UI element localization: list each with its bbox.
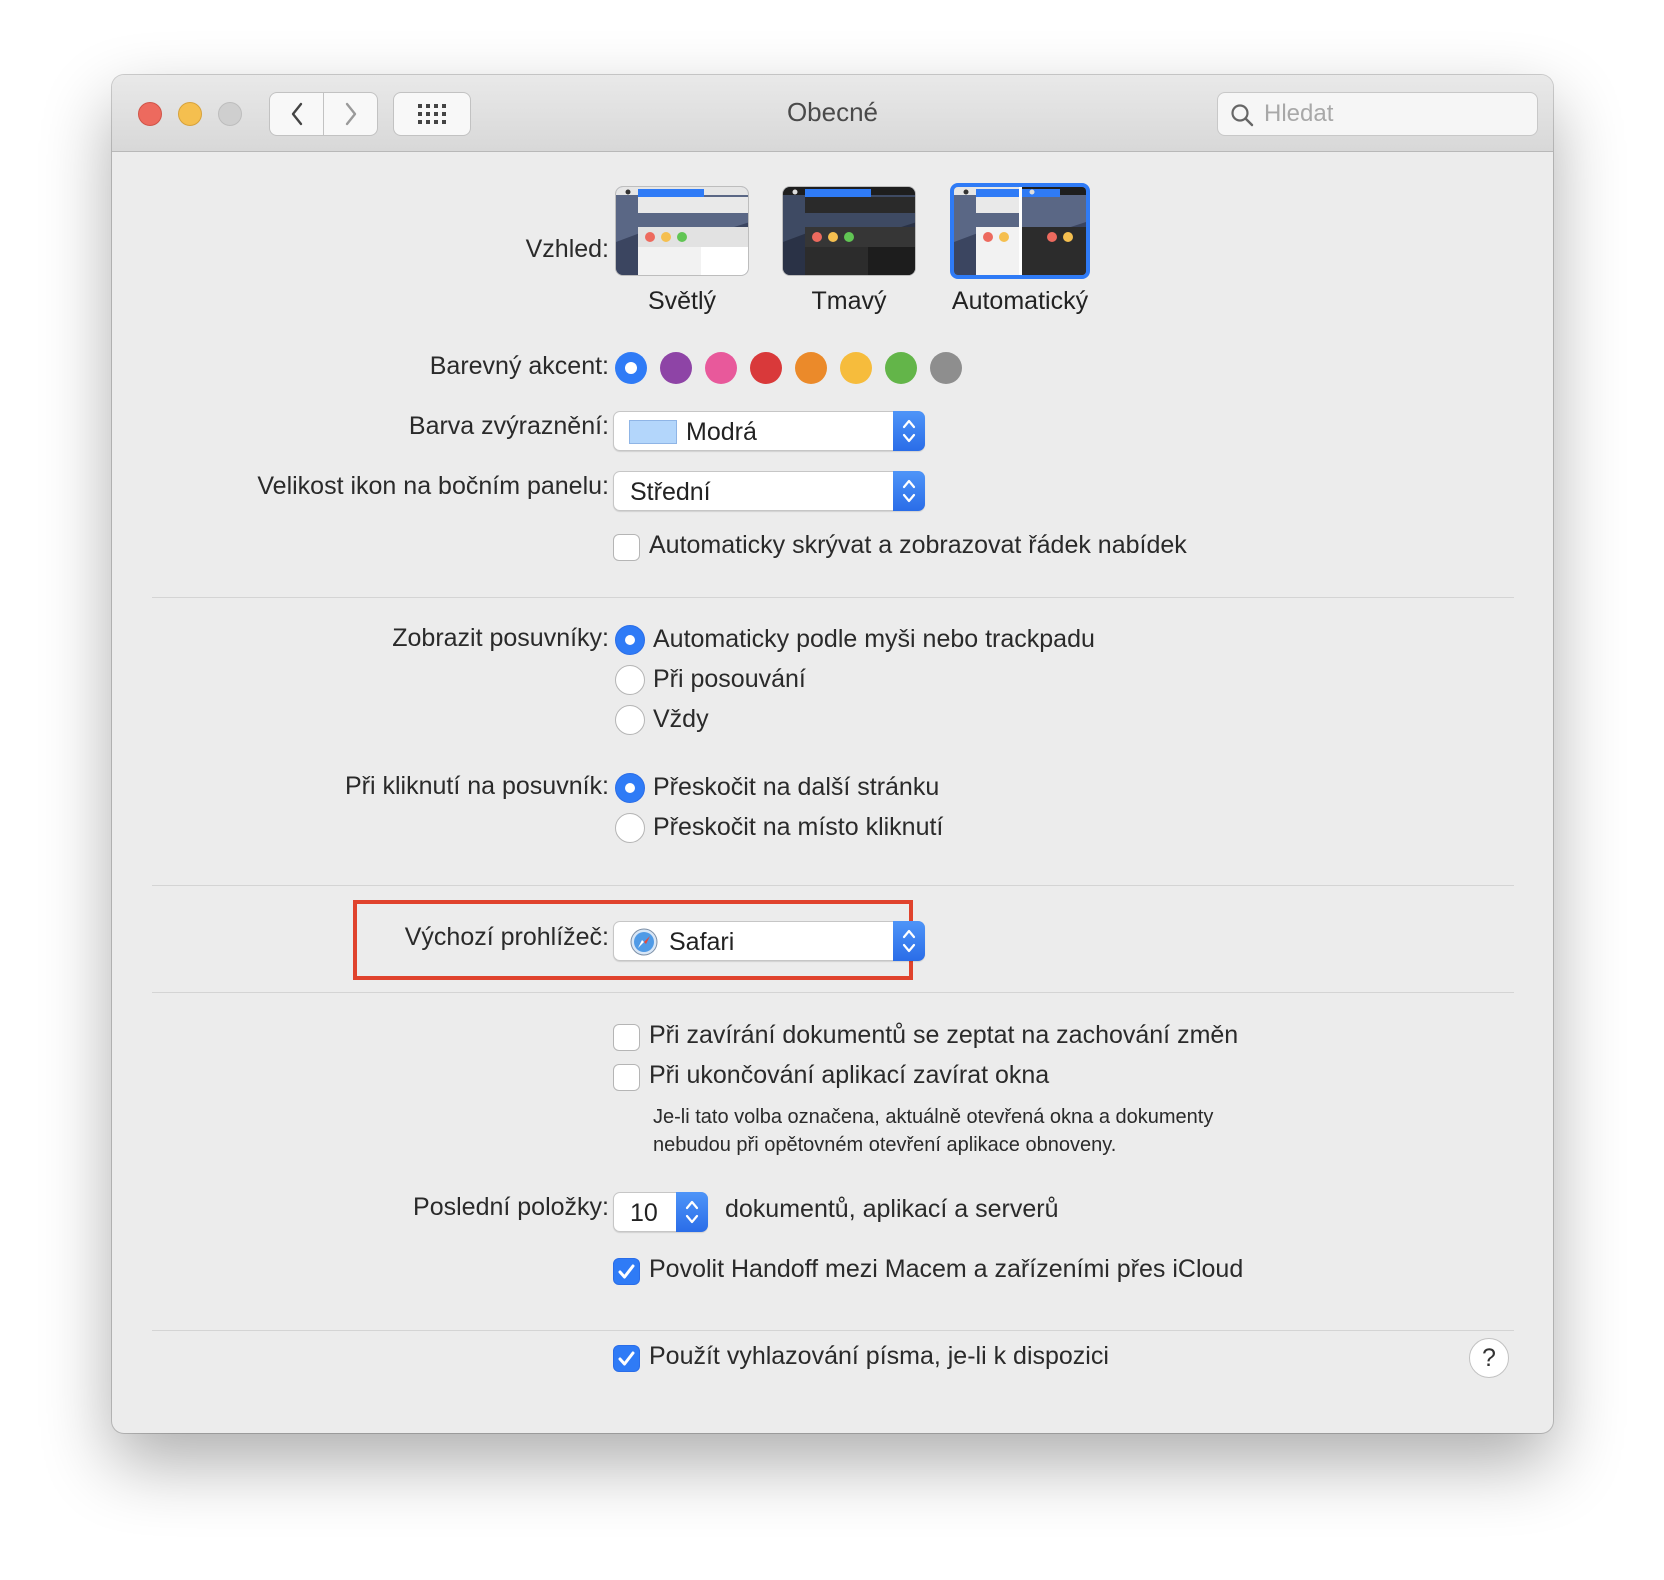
appearance-auto-option[interactable] xyxy=(950,183,1090,279)
accent-color-swatch[interactable] xyxy=(795,352,827,384)
appearance-dark-caption: Tmavý xyxy=(811,287,887,315)
highlight-color-label: Barva zvýraznění: xyxy=(408,412,609,440)
separator xyxy=(152,1330,1514,1331)
sidebar-icon-size-label: Velikost ikon na bočním panelu: xyxy=(257,472,609,500)
scrollbars-always-radio[interactable] xyxy=(615,705,645,735)
handoff-label: Povolit Handoff mezi Macem a zařízeními … xyxy=(649,1255,1244,1283)
separator xyxy=(152,885,1514,886)
close-windows-checkbox[interactable] xyxy=(613,1064,640,1091)
dark-theme-thumbnail xyxy=(783,187,915,275)
appearance-auto-caption: Automatický xyxy=(951,287,1089,315)
accent-color-swatch[interactable] xyxy=(615,352,647,384)
highlight-color-swatch xyxy=(629,420,677,444)
close-windows-label: Při ukončování aplikací zavírat okna xyxy=(649,1061,1050,1089)
accent-color-swatch[interactable] xyxy=(660,352,692,384)
preferences-window: Obecné Vzhled: xyxy=(112,75,1553,1433)
click-next-page-label: Přeskočit na další stránku xyxy=(653,773,940,801)
recent-items-label: Poslední položky: xyxy=(413,1193,609,1221)
separator xyxy=(152,597,1514,598)
handoff-checkbox[interactable] xyxy=(613,1258,640,1285)
close-windows-note-line2: nebudou při opětovném otevření aplikace … xyxy=(653,1134,1117,1156)
appearance-light-caption: Světlý xyxy=(647,287,717,315)
accent-color-swatch[interactable] xyxy=(750,352,782,384)
default-browser-popup[interactable]: Safari xyxy=(613,921,925,961)
default-browser-value: Safari xyxy=(669,928,735,956)
checkmark-icon xyxy=(618,1351,635,1366)
separator xyxy=(152,992,1514,993)
title-bar: Obecné xyxy=(112,75,1553,152)
search-field[interactable] xyxy=(1217,92,1538,136)
help-button[interactable]: ? xyxy=(1469,1338,1509,1378)
scrollbars-scrolling-radio[interactable] xyxy=(615,665,645,695)
sidebar-icon-size-popup[interactable]: Střední xyxy=(613,471,925,511)
checkmark-icon xyxy=(618,1264,635,1279)
up-down-arrows-icon xyxy=(902,419,916,443)
up-down-arrows-icon xyxy=(902,479,916,503)
up-down-arrows-icon xyxy=(902,929,916,953)
click-scrollbar-label: Při kliknutí na posuvník: xyxy=(344,772,609,800)
auto-hide-menu-label: Automaticky skrývat a zobrazovat řádek n… xyxy=(649,531,1187,559)
font-smoothing-label: Použít vyhlazování písma, je-li k dispoz… xyxy=(649,1342,1109,1370)
safari-icon xyxy=(630,928,658,956)
highlight-color-popup[interactable]: Modrá xyxy=(613,411,925,451)
appearance-label: Vzhled: xyxy=(525,235,609,263)
click-spot-label: Přeskočit na místo kliknutí xyxy=(653,813,944,841)
sidebar-icon-size-value: Střední xyxy=(630,478,711,506)
click-next-page-radio[interactable] xyxy=(615,773,645,803)
ask-keep-changes-checkbox[interactable] xyxy=(613,1024,640,1051)
highlight-color-value: Modrá xyxy=(686,418,757,446)
popup-stepper xyxy=(893,471,925,511)
popup-stepper xyxy=(676,1192,708,1232)
auto-hide-menu-checkbox[interactable] xyxy=(613,534,640,561)
up-down-arrows-icon xyxy=(685,1200,699,1224)
search-icon xyxy=(1231,104,1254,127)
default-browser-label: Výchozí prohlížeč: xyxy=(404,923,609,951)
accent-color-swatch[interactable] xyxy=(840,352,872,384)
scrollbars-always-label: Vždy xyxy=(653,705,709,733)
scrollbars-auto-radio[interactable] xyxy=(615,625,645,655)
accent-color-swatch[interactable] xyxy=(930,352,962,384)
ask-keep-changes-label: Při zavírání dokumentů se zeptat na zach… xyxy=(649,1021,1239,1049)
appearance-light-option[interactable] xyxy=(615,186,749,276)
popup-stepper xyxy=(893,921,925,961)
search-input[interactable] xyxy=(1264,99,1524,129)
popup-stepper xyxy=(893,411,925,451)
show-scrollbars-label: Zobrazit posuvníky: xyxy=(392,624,609,652)
font-smoothing-checkbox[interactable] xyxy=(613,1345,640,1372)
scrollbars-auto-label: Automaticky podle myši nebo trackpadu xyxy=(653,625,1095,653)
recent-items-popup[interactable]: 10 xyxy=(613,1192,708,1232)
click-spot-radio[interactable] xyxy=(615,813,645,843)
accent-color-swatch[interactable] xyxy=(705,352,737,384)
scrollbars-scrolling-label: Při posouvání xyxy=(653,665,806,693)
close-windows-note-line1: Je-li tato volba označena, aktuálně otev… xyxy=(653,1106,1214,1128)
auto-theme-thumbnail xyxy=(954,187,1086,275)
recent-items-suffix: dokumentů, aplikací a serverů xyxy=(725,1195,1059,1223)
accent-color-swatch[interactable] xyxy=(885,352,917,384)
recent-items-value: 10 xyxy=(630,1199,658,1227)
appearance-dark-option[interactable] xyxy=(782,186,916,276)
accent-color-label: Barevný akcent: xyxy=(429,352,609,380)
light-theme-thumbnail xyxy=(616,187,748,275)
